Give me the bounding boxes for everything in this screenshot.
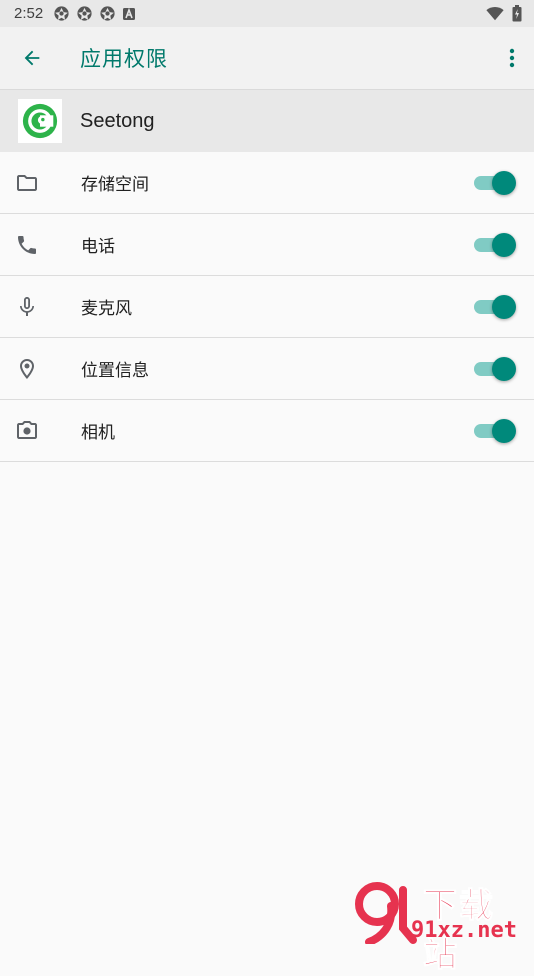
arrow-left-icon bbox=[24, 50, 40, 66]
more-options-button[interactable] bbox=[502, 42, 522, 74]
storage-toggle[interactable] bbox=[474, 170, 516, 196]
permission-label: 位置信息 bbox=[81, 361, 149, 381]
permission-item-microphone[interactable]: 麦克风 bbox=[0, 276, 534, 338]
permission-item-storage[interactable]: 存储空间 bbox=[0, 152, 534, 214]
permission-label: 存储空间 bbox=[81, 175, 149, 195]
phone-toggle[interactable] bbox=[474, 232, 516, 258]
app-header: Seetong bbox=[0, 89, 534, 152]
wifi-icon bbox=[486, 7, 504, 21]
camera-toggle[interactable] bbox=[474, 418, 516, 444]
permission-item-location[interactable]: 位置信息 bbox=[0, 338, 534, 400]
toggle-thumb bbox=[492, 295, 516, 319]
permission-label: 电话 bbox=[81, 237, 115, 257]
location-pin-icon bbox=[15, 357, 39, 381]
aperture-icon bbox=[77, 6, 92, 21]
app-name: Seetong bbox=[80, 109, 155, 132]
more-vert-icon bbox=[509, 48, 515, 68]
camera-icon bbox=[15, 419, 39, 443]
permission-item-camera[interactable]: 相机 bbox=[0, 400, 534, 462]
battery-icon bbox=[512, 5, 522, 22]
notification-icons bbox=[53, 5, 136, 22]
aperture-icon bbox=[100, 6, 115, 21]
app-logo bbox=[18, 99, 62, 143]
status-bar: 2:52 bbox=[0, 0, 534, 27]
permission-label: 麦克风 bbox=[81, 299, 132, 319]
page-title: 应用权限 bbox=[80, 47, 168, 71]
microphone-icon bbox=[15, 295, 39, 319]
app-bar: 应用权限 bbox=[0, 27, 534, 89]
watermark-url: 91xz.net bbox=[411, 918, 517, 943]
folder-icon bbox=[15, 171, 39, 195]
aperture-icon bbox=[54, 6, 69, 21]
back-button[interactable] bbox=[0, 27, 64, 89]
microphone-toggle[interactable] bbox=[474, 294, 516, 320]
watermark: 下载站 91xz.net bbox=[355, 878, 530, 976]
phone-icon bbox=[15, 233, 39, 257]
toggle-thumb bbox=[492, 357, 516, 381]
toggle-thumb bbox=[492, 171, 516, 195]
permission-item-phone[interactable]: 电话 bbox=[0, 214, 534, 276]
toggle-thumb bbox=[492, 419, 516, 443]
permission-list: 存储空间 电话 麦克风 位置信息 相机 bbox=[0, 152, 534, 462]
location-toggle[interactable] bbox=[474, 356, 516, 382]
permission-label: 相机 bbox=[81, 423, 115, 443]
a-badge-icon bbox=[123, 7, 136, 20]
toggle-thumb bbox=[492, 233, 516, 257]
status-time: 2:52 bbox=[14, 5, 44, 22]
seetong-logo-icon bbox=[22, 103, 58, 139]
